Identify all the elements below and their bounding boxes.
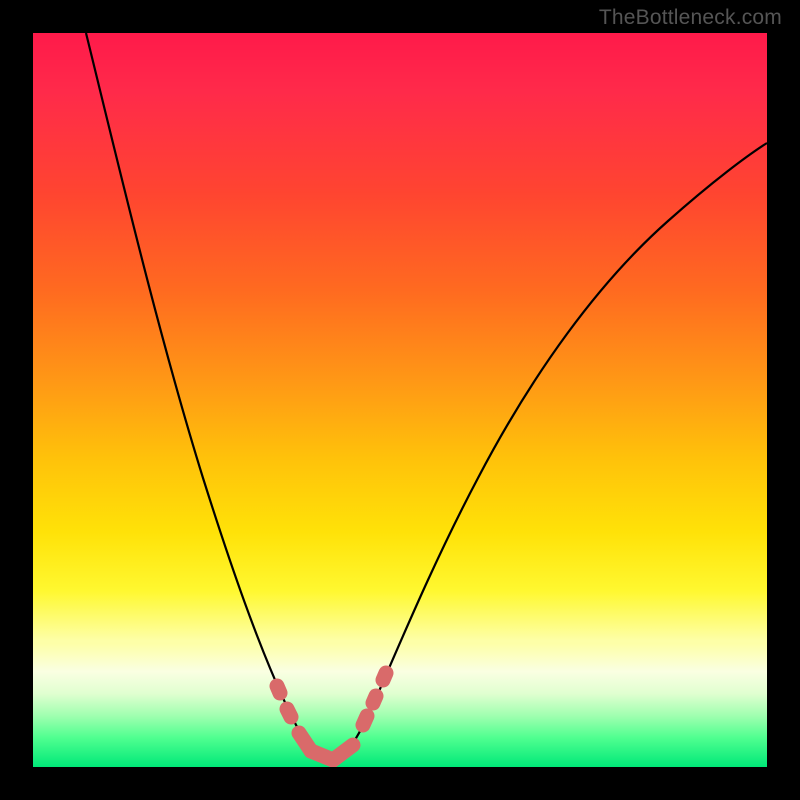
chart-container: TheBottleneck.com <box>0 0 800 800</box>
curve-path <box>86 33 767 762</box>
watermark-text: TheBottleneck.com <box>599 6 782 30</box>
plot-area <box>33 33 767 767</box>
bottleneck-curve <box>33 33 767 767</box>
marker-band <box>277 673 386 760</box>
